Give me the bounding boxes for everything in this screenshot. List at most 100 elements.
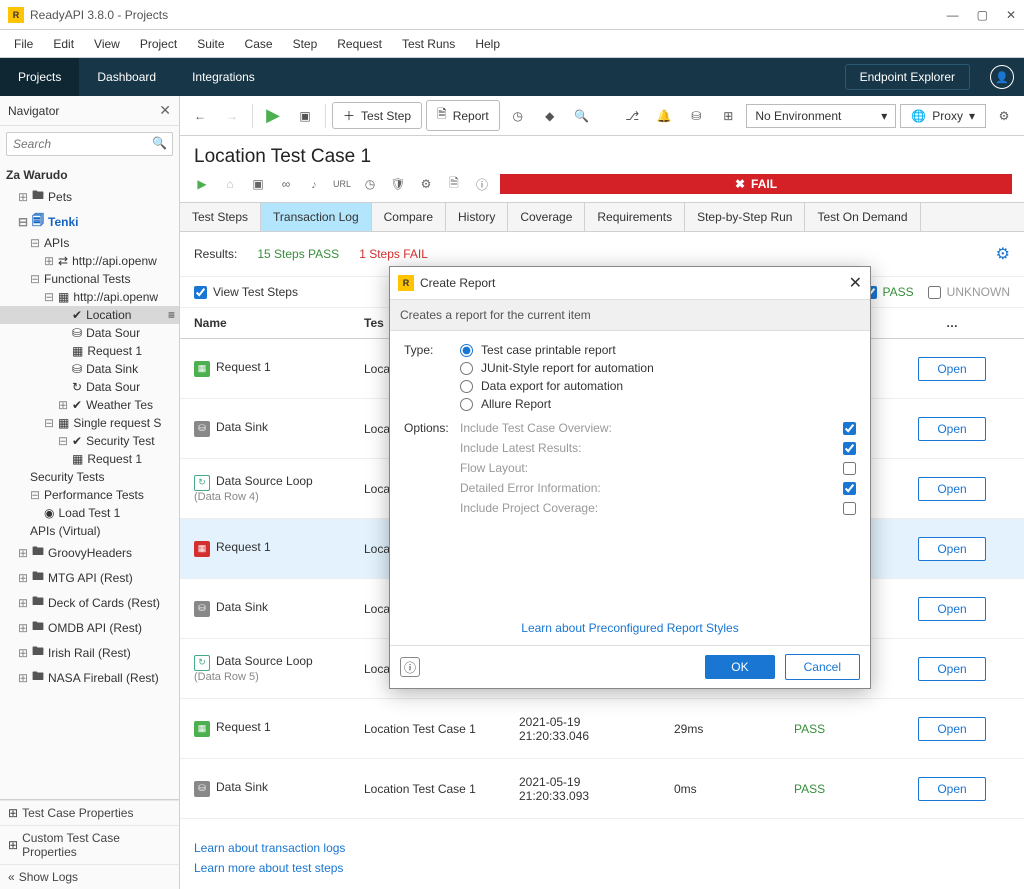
search-icon[interactable]: 🔍 (152, 136, 167, 150)
radio-printable[interactable]: Test case printable report (460, 343, 856, 357)
open-button[interactable]: Open (918, 777, 985, 801)
tree-functional-tests[interactable]: ⊟Functional Tests (0, 270, 179, 288)
environment-select[interactable]: No Environment▾ (746, 104, 896, 128)
tc-loop-icon[interactable]: ∞ (276, 174, 296, 194)
option-checkbox[interactable] (843, 422, 856, 435)
open-button[interactable]: Open (918, 537, 985, 561)
option-checkbox[interactable] (843, 482, 856, 495)
tc-record-icon[interactable]: ▣ (248, 174, 268, 194)
gauge-icon[interactable]: ◷ (504, 102, 532, 130)
menu-edit[interactable]: Edit (43, 33, 84, 55)
navigator-close-icon[interactable]: ✕ (159, 102, 171, 119)
show-logs[interactable]: «Show Logs (0, 864, 179, 889)
filter-pass[interactable]: PASS (864, 285, 914, 299)
tc-gear-icon[interactable]: ⚙ (416, 174, 436, 194)
tab-requirements[interactable]: Requirements (585, 203, 685, 231)
option-checkbox[interactable] (843, 502, 856, 515)
branch-icon[interactable]: ⎇ (618, 102, 646, 130)
tree-datasource2[interactable]: ↻Data Sour (0, 378, 179, 396)
tc-clock-icon[interactable]: ◷ (360, 174, 380, 194)
open-button[interactable]: Open (918, 597, 985, 621)
structure-icon[interactable]: ⊞ (714, 102, 742, 130)
tab-compare[interactable]: Compare (372, 203, 446, 231)
tree-groovy[interactable]: ⊞🖿GroovyHeaders (0, 540, 179, 565)
tab-step-by-step[interactable]: Step-by-Step Run (685, 203, 805, 231)
tree-irish[interactable]: ⊞🖿Irish Rail (Rest) (0, 640, 179, 665)
table-row[interactable]: ▦Request 1 Location Test Case 1 2021-05-… (180, 699, 1024, 759)
database-icon[interactable]: ⛁ (682, 102, 710, 130)
report-button[interactable]: 🗎Report (426, 100, 500, 131)
radio-junit[interactable]: JUnit-Style report for automation (460, 361, 856, 375)
custom-tc-properties[interactable]: ⊞Custom Test Case Properties (0, 825, 179, 864)
tc-info-icon[interactable]: ⓘ (472, 174, 492, 194)
tree-single-req[interactable]: ⊟▦Single request S (0, 414, 179, 432)
menu-file[interactable]: File (4, 33, 43, 55)
tree-security[interactable]: ⊟✔Security Test (0, 432, 179, 450)
tab-coverage[interactable]: Coverage (508, 203, 585, 231)
cancel-button[interactable]: Cancel (785, 654, 860, 680)
option-checkbox[interactable] (843, 442, 856, 455)
tab-test-on-demand[interactable]: Test On Demand (805, 203, 920, 231)
gear-icon[interactable]: ⚙ (990, 102, 1018, 130)
tree-security-tests[interactable]: Security Tests (0, 468, 179, 486)
menu-help[interactable]: Help (465, 33, 510, 55)
tc-url-icon[interactable]: URL (332, 174, 352, 194)
menu-step[interactable]: Step (283, 33, 328, 55)
bell-icon[interactable]: 🔔 (650, 102, 678, 130)
dialog-close-icon[interactable]: ✕ (849, 273, 862, 293)
tc-home-icon[interactable]: ⌂ (220, 174, 240, 194)
run-icon[interactable]: ▶ (259, 102, 287, 130)
menu-view[interactable]: View (84, 33, 130, 55)
filter-unknown[interactable]: UNKNOWN (928, 285, 1010, 299)
tree-deck[interactable]: ⊞🖿Deck of Cards (Rest) (0, 590, 179, 615)
tree-datasource[interactable]: ⛁Data Sour (0, 324, 179, 342)
open-button[interactable]: Open (918, 717, 985, 741)
search-input[interactable] (6, 132, 173, 156)
add-test-step-button[interactable]: ＋Test Step (332, 102, 422, 129)
test-case-properties[interactable]: ⊞Test Case Properties (0, 800, 179, 825)
tree-load-test[interactable]: ◉Load Test 1 (0, 504, 179, 522)
tree-api-url2[interactable]: ⊟▦http://api.openw (0, 288, 179, 306)
menu-request[interactable]: Request (327, 33, 392, 55)
tree-datasink[interactable]: ⛁Data Sink (0, 360, 179, 378)
tree-omdb[interactable]: ⊞🖿OMDB API (Rest) (0, 615, 179, 640)
learn-report-styles-link[interactable]: Learn about Preconfigured Report Styles (521, 621, 738, 635)
tab-test-steps[interactable]: Test Steps (180, 203, 261, 231)
tree-mtg[interactable]: ⊞🖿MTG API (Rest) (0, 565, 179, 590)
radio-allure[interactable]: Allure Report (460, 397, 856, 411)
nav-projects[interactable]: Projects (0, 58, 79, 96)
tree-weather[interactable]: ⊞✔Weather Tes (0, 396, 179, 414)
tc-key-icon[interactable]: 𝆕 (304, 174, 324, 194)
endpoint-explorer-button[interactable]: Endpoint Explorer (845, 64, 970, 90)
menu-suite[interactable]: Suite (187, 33, 234, 55)
tree-apis[interactable]: ⊟APIs (0, 234, 179, 252)
close-icon[interactable]: ✕ (1006, 8, 1016, 22)
tc-run-icon[interactable]: ▶ (192, 174, 212, 194)
menu-case[interactable]: Case (235, 33, 283, 55)
forward-icon[interactable]: → (218, 102, 246, 130)
minimize-icon[interactable]: — (947, 8, 959, 22)
option-checkbox[interactable] (843, 462, 856, 475)
tree-request1b[interactable]: ▦Request 1 (0, 450, 179, 468)
open-button[interactable]: Open (918, 357, 985, 381)
ok-button[interactable]: OK (705, 655, 774, 679)
view-test-steps-checkbox[interactable]: View Test Steps (194, 285, 298, 299)
tree-location[interactable]: ✔Location≡ (0, 306, 179, 324)
tree-api-url[interactable]: ⊞⇄http://api.openw (0, 252, 179, 270)
tree-pets[interactable]: ⊞🖿Pets (0, 184, 179, 209)
radio-dataexport[interactable]: Data export for automation (460, 379, 856, 393)
menu-testruns[interactable]: Test Runs (392, 33, 465, 55)
tree-tenki[interactable]: ⊟🗐Tenki (0, 209, 179, 234)
save-icon[interactable]: ▣ (291, 102, 319, 130)
learn-test-steps-link[interactable]: Learn more about test steps (194, 861, 1010, 875)
open-button[interactable]: Open (918, 477, 985, 501)
tc-shield-icon[interactable]: 🛡 (388, 174, 408, 194)
col-actions[interactable]: … (894, 316, 1010, 330)
nav-integrations[interactable]: Integrations (174, 58, 273, 96)
nav-dashboard[interactable]: Dashboard (79, 58, 174, 96)
tree-perf-tests[interactable]: ⊟Performance Tests (0, 486, 179, 504)
maximize-icon[interactable]: ▢ (977, 8, 988, 22)
tab-history[interactable]: History (446, 203, 508, 231)
open-button[interactable]: Open (918, 417, 985, 441)
proxy-button[interactable]: 🌐Proxy▾ (900, 104, 986, 128)
